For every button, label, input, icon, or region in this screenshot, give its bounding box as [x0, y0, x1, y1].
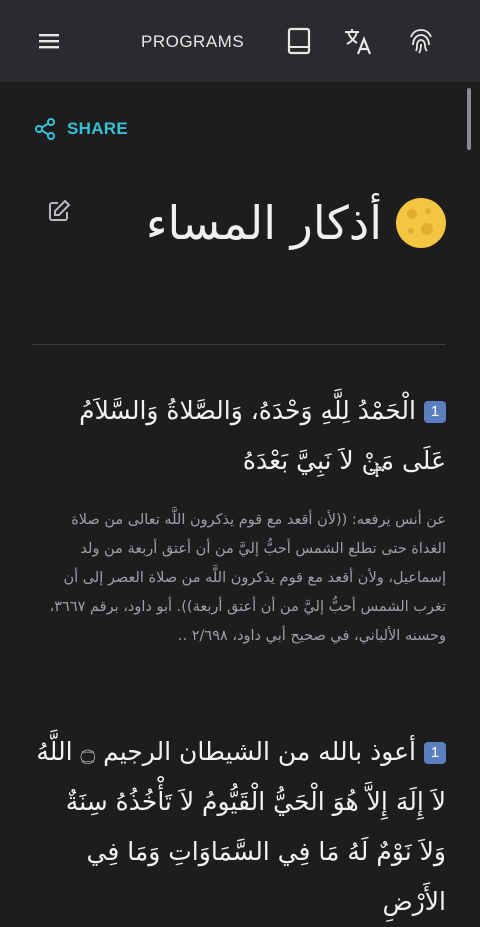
number-badge: 1	[424, 742, 446, 764]
translate-icon[interactable]	[342, 25, 374, 57]
page-title: أذكار المساء	[145, 196, 382, 250]
edit-icon[interactable]	[46, 198, 72, 224]
top-app-bar: PROGRAMS	[0, 0, 480, 82]
divider	[32, 344, 446, 345]
dhikr-text: أعوذ بالله من الشيطان الرجيم ۝ اللَّهُ ل…	[36, 737, 446, 916]
menu-icon[interactable]	[36, 28, 62, 54]
fingerprint-icon[interactable]	[405, 25, 437, 57]
programs-title[interactable]: PROGRAMS	[141, 32, 244, 52]
share-label: SHARE	[67, 119, 129, 138]
book-icon[interactable]	[283, 25, 315, 57]
hadith-source: عن أنس يرفعه: ((لأن أقعد مع قوم يذكرون ا…	[49, 512, 446, 644]
number-badge: 1	[424, 401, 446, 423]
dhikr-text: الْحَمْدُ لِلَّهِ وَحْدَهُ، وَالصَّلاةُ …	[79, 396, 446, 475]
full-moon-icon	[396, 198, 446, 248]
dhikr-item: 1أعوذ بالله من الشيطان الرجيم ۝ اللَّهُ …	[32, 727, 446, 927]
share-icon	[35, 118, 55, 140]
scrollbar-thumb[interactable]	[467, 88, 471, 150]
move-cursor-icon	[369, 462, 385, 478]
share-button[interactable]: SHARE	[33, 116, 128, 142]
page-heading: أذكار المساء	[146, 188, 448, 258]
